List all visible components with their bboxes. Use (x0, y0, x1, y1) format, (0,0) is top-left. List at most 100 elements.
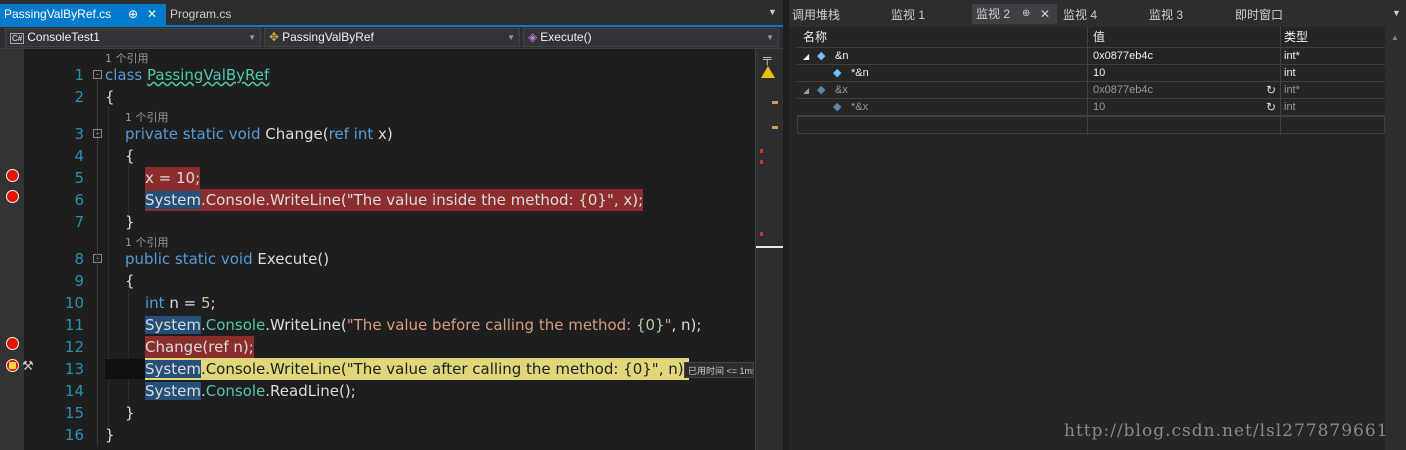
watch-type: int* (1284, 50, 1300, 62)
breakpoint-marker (760, 160, 763, 164)
tab-label: PassingValByRef.cs (4, 7, 112, 21)
watch-row[interactable]: ◆ *&x 10 ↻ int (797, 99, 1385, 116)
tab-overflow-icon[interactable]: ▼ (768, 7, 777, 17)
code-text: x = (145, 169, 176, 187)
close-icon[interactable]: ✕ (147, 4, 157, 25)
chevron-down-icon: ▼ (766, 33, 774, 42)
code-text: ; (195, 169, 201, 187)
indent-guide (128, 280, 129, 410)
breakpoint-gutter[interactable] (0, 49, 24, 450)
code-line-16[interactable]: } (105, 424, 115, 446)
watch-row[interactable]: ◢ ◆ &x 0x0877eb4c ↻ int* (797, 82, 1385, 99)
pin-icon[interactable]: ⊕ (1022, 4, 1030, 24)
collapse-icon[interactable]: - (93, 70, 102, 79)
code-line-7[interactable]: } (125, 211, 135, 233)
breakpoint-current-icon[interactable] (6, 359, 19, 372)
scroll-marker (772, 126, 778, 129)
tab-watch-2[interactable]: 监视 2 ⊕ ✕ (972, 4, 1057, 24)
watch-row[interactable]: ◢ ◆ &n 0x0877eb4c int* (797, 48, 1385, 65)
split-icon[interactable]: ╤ (763, 51, 772, 65)
code-line-8[interactable]: public static void Execute() (125, 248, 329, 270)
tab-overflow-icon[interactable]: ▼ (1392, 8, 1401, 18)
code-line-14[interactable]: System.Console.ReadLine(); (145, 380, 356, 402)
line-number: 4 (74, 147, 84, 165)
watch-value[interactable]: 0x0877eb4c (1093, 82, 1153, 99)
member-dropdown[interactable]: ◈ Execute() ▼ (523, 28, 779, 47)
watch-name: *&x (851, 101, 869, 113)
code-line-4[interactable]: { (125, 145, 135, 167)
line-number: 15 (64, 404, 84, 422)
code-text: Execute() (252, 250, 330, 268)
watch-name: &x (835, 84, 848, 96)
tab-label: 监视 2 (976, 7, 1011, 21)
class-name: PassingValByRef (282, 30, 374, 44)
code-text: Change( (260, 125, 329, 143)
watch-new-entry[interactable] (797, 116, 1385, 134)
keyword: public static void (125, 250, 253, 268)
watch-name: &n (835, 50, 849, 62)
watch-name: *&n (851, 67, 869, 79)
watch-value[interactable]: 10 (1093, 99, 1105, 116)
code-line-15[interactable]: } (125, 402, 135, 424)
class-name: PassingValByRef (147, 66, 270, 84)
pin-icon[interactable]: ⊕ (128, 4, 138, 25)
vertical-scrollbar[interactable]: ╤ (755, 49, 783, 450)
line-number: 7 (74, 213, 84, 231)
breakpoint-icon[interactable] (6, 190, 19, 203)
refresh-icon[interactable]: ↻ (1266, 99, 1276, 116)
code-line-3[interactable]: private static void Change(ref int x) (125, 123, 393, 145)
column-name[interactable]: 名称 (803, 27, 827, 47)
code-line-13-current[interactable]: System.Console.WriteLine("The value afte… (145, 358, 689, 380)
code-line-5[interactable]: x = 10; (145, 167, 201, 189)
line-number: 9 (74, 272, 84, 290)
watch-value[interactable]: 0x0877eb4c (1093, 48, 1153, 65)
keyword: int (145, 294, 165, 312)
tab-passingvalbyref[interactable]: PassingValByRef.cs ⊕ ✕ (0, 4, 166, 27)
code-line-11[interactable]: System.Console.WriteLine("The value befo… (145, 314, 701, 336)
breakpoint-icon[interactable] (6, 169, 19, 182)
perf-tip[interactable]: 已用时间 <= 1ms (684, 362, 754, 378)
expand-triangle-icon[interactable]: ◢ (803, 82, 809, 99)
warning-icon[interactable] (761, 66, 775, 78)
method-icon: ◈ (528, 30, 538, 44)
keyword: private static void (125, 125, 261, 143)
code-line-1[interactable]: class PassingValByRef (105, 64, 269, 86)
watch-row[interactable]: ◆ *&n 10 int (797, 65, 1385, 82)
variable-icon: ◆ (817, 50, 826, 62)
tab-immediate-window[interactable]: 即时窗口 (1235, 6, 1283, 23)
code-editor[interactable]: PassingValByRef.cs ⊕ ✕ Program.cs ▼ C# Co… (0, 0, 783, 450)
scroll-up-icon[interactable]: ▲ (1391, 33, 1399, 42)
close-icon[interactable]: ✕ (1040, 4, 1050, 24)
type-name: Console (205, 316, 266, 334)
class-dropdown[interactable]: ✥ PassingValByRef ▼ (264, 28, 520, 47)
code-line-2[interactable]: { (105, 86, 115, 108)
variable-icon: ◆ (833, 101, 842, 113)
tab-program[interactable]: Program.cs (166, 4, 256, 25)
watch-type: int (1284, 67, 1296, 79)
line-number: 12 (64, 338, 84, 356)
tab-label: Program.cs (170, 7, 232, 21)
line-number: 14 (64, 382, 84, 400)
watch-scrollbar[interactable]: ▲ (1385, 27, 1406, 450)
refresh-icon[interactable]: ↻ (1266, 82, 1276, 99)
watch-value[interactable]: 10 (1093, 65, 1105, 82)
csharp-icon: C# (10, 33, 25, 44)
column-value[interactable]: 值 (1093, 27, 1105, 47)
code-line-12[interactable]: Change(ref n); (145, 336, 254, 358)
line-number: 10 (64, 294, 84, 312)
type-name: Console (205, 382, 266, 400)
tab-watch-4[interactable]: 监视 4 (1063, 6, 1097, 23)
scroll-marker (772, 101, 778, 104)
tab-watch-1[interactable]: 监视 1 (891, 6, 925, 23)
tab-call-stack[interactable]: 调用堆栈 (792, 6, 840, 23)
expand-triangle-icon[interactable]: ◢ (803, 48, 809, 65)
scroll-position-indicator (756, 246, 783, 248)
format-placeholder: {0} (635, 316, 665, 334)
code-line-6[interactable]: System.Console.WriteLine("The value insi… (145, 189, 644, 211)
project-dropdown[interactable]: C# ConsoleTest1 ▼ (5, 28, 261, 47)
column-type[interactable]: 类型 (1284, 27, 1308, 47)
code-line-10[interactable]: int n = 5; (145, 292, 216, 314)
breakpoint-icon[interactable] (6, 337, 19, 350)
tab-watch-3[interactable]: 监视 3 (1149, 6, 1183, 23)
code-line-9[interactable]: { (125, 270, 135, 292)
